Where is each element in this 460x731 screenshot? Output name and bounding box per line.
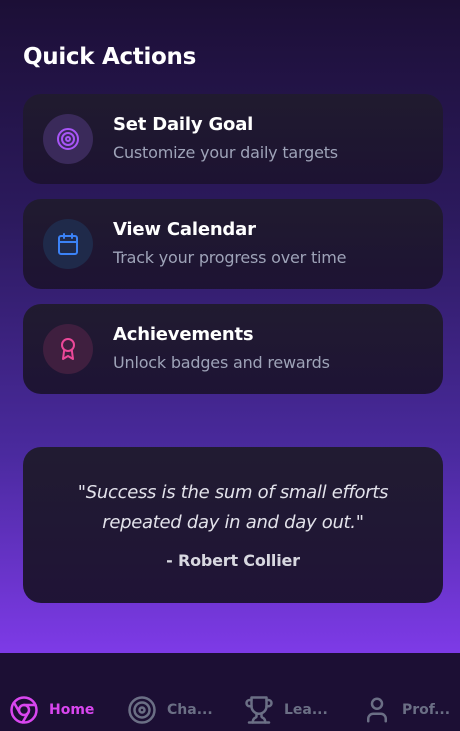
- target-icon: [43, 114, 93, 164]
- card-subtitle: Track your progress over time: [113, 248, 347, 267]
- nav-label-challenges: Cha...: [167, 702, 213, 718]
- card-title: View Calendar: [113, 219, 256, 240]
- chrome-icon: [10, 696, 38, 724]
- nav-item-home[interactable]: Home: [9, 693, 94, 727]
- view-calendar-card[interactable]: View Calendar Track your progress over t…: [23, 199, 443, 289]
- nav-item-challenges[interactable]: Cha...: [127, 693, 213, 727]
- achievements-card[interactable]: Achievements Unlock badges and rewards: [23, 304, 443, 394]
- nav-label-home: Home: [49, 702, 95, 718]
- quick-actions-title: Quick Actions: [23, 44, 197, 70]
- trophy-icon: [245, 696, 273, 724]
- target-icon: [128, 696, 156, 724]
- nav-item-leaderboard[interactable]: Lea...: [244, 693, 328, 727]
- nav-label-leaderboard: Lea...: [284, 702, 328, 718]
- nav-item-profile[interactable]: Prof...: [362, 693, 450, 727]
- card-subtitle: Customize your daily targets: [113, 143, 338, 162]
- nav-label-profile: Prof...: [402, 702, 451, 718]
- set-daily-goal-card[interactable]: Set Daily Goal Customize your daily targ…: [23, 94, 443, 184]
- quote-author: - Robert Collier: [166, 551, 300, 570]
- calendar-icon: [43, 219, 93, 269]
- quote-text: "Success is the sum of small efforts rep…: [77, 482, 389, 533]
- quote-card: "Success is the sum of small efforts rep…: [23, 447, 443, 603]
- award-icon: [43, 324, 93, 374]
- bottom-nav: Home Cha... Lea... Prof...: [0, 653, 460, 731]
- card-subtitle: Unlock badges and rewards: [113, 353, 330, 372]
- card-title: Set Daily Goal: [113, 114, 254, 135]
- user-icon: [367, 697, 387, 723]
- card-title: Achievements: [113, 324, 254, 345]
